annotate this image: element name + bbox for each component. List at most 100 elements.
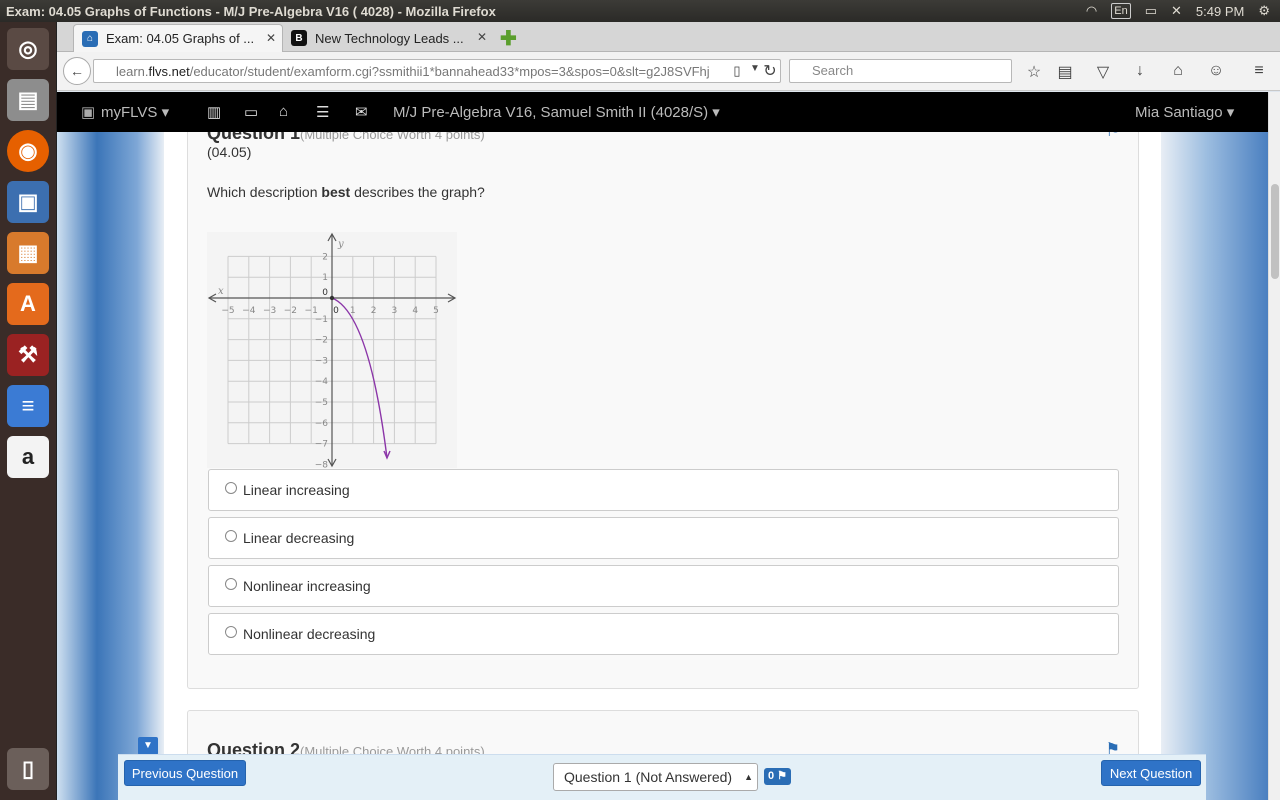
y-tick-label: −3 <box>315 356 328 366</box>
collapse-toggle-icon[interactable]: ▼ <box>138 737 158 755</box>
b-favicon-icon: B <box>291 30 307 46</box>
files-icon[interactable]: ▤ <box>7 79 49 121</box>
x-tick-label: 1 <box>350 306 356 316</box>
volume-muted-icon[interactable]: ✕ <box>1171 3 1182 19</box>
battery-icon[interactable]: ▭ <box>1145 3 1157 19</box>
answer-option-1[interactable]: Linear increasing <box>208 469 1119 511</box>
text-editor-icon[interactable]: ≡ <box>7 385 49 427</box>
y-tick-label: 2 <box>322 252 328 262</box>
book-icon[interactable]: ▥ <box>207 103 221 121</box>
image-viewer-icon[interactable]: ▣ <box>7 181 49 223</box>
function-graph: x y −5 −4 −3 −2 −1 0 1 2 3 4 5 210−1−2−3−4−5−6−7−8 <box>207 232 457 468</box>
question-select[interactable]: Question 1 (Not Answered) ▲ <box>553 763 758 791</box>
question-worth: (Multiple Choice Worth 4 points) <box>300 132 485 142</box>
flag-count-badge[interactable]: 0 ⚑ <box>764 768 792 785</box>
brand-menu[interactable]: myFLVS ▾ <box>101 103 169 121</box>
user-label: Mia Santiago <box>1135 104 1223 121</box>
bookmark-star-icon[interactable]: ☆ <box>1024 62 1044 82</box>
question-title: Question 1(Multiple Choice Worth 4 point… <box>207 132 485 144</box>
menu-icon[interactable]: ≡ <box>1249 62 1269 80</box>
presentation-icon[interactable]: ▦ <box>7 232 49 274</box>
course-label: M/J Pre-Algebra V16, Samuel Smith II (40… <box>393 104 709 121</box>
x-tick-label: 0 <box>333 306 339 316</box>
answer-option-2[interactable]: Linear decreasing <box>208 517 1119 559</box>
radio-button[interactable] <box>225 626 237 638</box>
flvs-favicon-icon: ⌂ <box>82 30 98 47</box>
flvs-nav-bar: ▣ myFLVS ▾ ▥ ▭ ⌂ ☰ ✉ M/J Pre-Algebra V16… <box>57 92 1269 132</box>
mail-icon[interactable]: ✉ <box>355 103 368 121</box>
question-number: Question 1 <box>207 132 301 143</box>
keyboard-indicator[interactable]: En <box>1111 3 1131 19</box>
trash-icon[interactable]: ▯ <box>7 748 49 790</box>
chat-icon[interactable]: ☺ <box>1206 62 1226 80</box>
close-icon[interactable]: ✕ <box>266 31 276 45</box>
radio-button[interactable] <box>225 578 237 590</box>
os-top-bar: Exam: 04.05 Graphs of Functions - M/J Pr… <box>0 0 1280 22</box>
y-tick-label: 1 <box>322 273 328 283</box>
brand-label: myFLVS <box>101 104 158 121</box>
wifi-icon[interactable]: ◠ <box>1086 3 1097 19</box>
reading-list-icon[interactable]: ▤ <box>1055 62 1075 82</box>
flag-icon[interactable]: ⚑ <box>1106 132 1120 141</box>
user-menu[interactable]: Mia Santiago ▾ <box>1135 103 1234 121</box>
radio-button[interactable] <box>225 530 237 542</box>
flag-count: 0 <box>768 770 775 782</box>
page-background: Question 1(Multiple Choice Worth 4 point… <box>57 132 1268 800</box>
clock[interactable]: 5:49 PM <box>1196 4 1244 19</box>
list-icon[interactable]: ☰ <box>316 103 329 121</box>
y-tick-label: −8 <box>315 460 329 468</box>
download-icon[interactable]: ↓ <box>1130 62 1150 80</box>
answer-label: Nonlinear decreasing <box>243 626 376 642</box>
reload-icon[interactable]: ↻ <box>760 61 780 81</box>
answer-option-4[interactable]: Nonlinear decreasing <box>208 613 1119 655</box>
system-tray: ◠ En ▭ ✕ 5:49 PM ⚙ <box>1086 0 1280 22</box>
x-tick-label: 5 <box>433 306 439 316</box>
close-icon[interactable]: ✕ <box>477 30 487 44</box>
x-tick-label: −2 <box>284 306 297 316</box>
flvs-logo-icon[interactable]: ▣ <box>81 103 95 121</box>
pocket-icon[interactable]: ▽ <box>1093 62 1113 82</box>
page-scrollbar[interactable] <box>1268 92 1280 800</box>
tab-label: Exam: 04.05 Graphs of ... <box>106 31 255 46</box>
gear-icon[interactable]: ⚙ <box>1258 3 1270 19</box>
new-tab-plus-icon[interactable]: ✚ <box>500 26 517 51</box>
search-input[interactable]: Search <box>789 59 1012 83</box>
prompt-text: describes the graph? <box>350 184 485 200</box>
tab-exam[interactable]: ⌂ Exam: 04.05 Graphs of ... ✕ <box>73 24 283 52</box>
tab-bar: ⌂ Exam: 04.05 Graphs of ... ✕ B New Tech… <box>57 22 1280 52</box>
url-path: /educator/student/examform.cgi?ssmithii1… <box>189 63 710 79</box>
reader-view-icon[interactable]: ▯ <box>727 63 747 79</box>
x-tick-label: 4 <box>412 306 418 316</box>
answer-option-3[interactable]: Nonlinear increasing <box>208 565 1119 607</box>
url-bar[interactable]: learn. flvs.net/educator/student/examform… <box>93 59 781 83</box>
answer-label: Linear increasing <box>243 482 350 498</box>
select-value: Question 1 (Not Answered) <box>564 769 733 785</box>
settings-icon[interactable]: ⚒ <box>7 334 49 376</box>
question-card-1: Question 1(Multiple Choice Worth 4 point… <box>187 132 1139 689</box>
navigation-toolbar: ← learn. flvs.net/educator/student/examfo… <box>57 52 1280 91</box>
back-arrow-icon[interactable]: ← <box>63 57 91 85</box>
y-axis-label: y <box>337 239 344 250</box>
tab-news[interactable]: B New Technology Leads ... ✕ <box>283 24 493 52</box>
unity-launcher: ◎ ▤ ◉ ▣ ▦ A ⚒ ≡ a ▯ <box>0 22 57 800</box>
next-question-button[interactable]: Next Question <box>1101 760 1201 786</box>
y-tick-label: −7 <box>315 440 328 450</box>
ubuntu-dash-icon[interactable]: ◎ <box>7 28 49 70</box>
y-tick-label: −5 <box>315 398 328 408</box>
url-prefix: learn. <box>116 63 149 79</box>
firefox-icon[interactable]: ◉ <box>7 130 49 172</box>
radio-button[interactable] <box>225 482 237 494</box>
amazon-icon[interactable]: a <box>7 436 49 478</box>
y-tick-label: −2 <box>315 336 328 346</box>
home-icon[interactable]: ⌂ <box>1168 62 1188 80</box>
course-menu[interactable]: M/J Pre-Algebra V16, Samuel Smith II (40… <box>393 103 720 121</box>
scrollbar-thumb[interactable] <box>1271 184 1279 279</box>
previous-question-button[interactable]: Previous Question <box>124 760 246 786</box>
home-icon[interactable]: ⌂ <box>279 103 288 120</box>
software-center-icon[interactable]: A <box>7 283 49 325</box>
inbox-icon[interactable]: ▭ <box>244 103 258 121</box>
y-tick-label: −6 <box>315 419 329 429</box>
question-prompt: Which description best describes the gra… <box>207 184 485 200</box>
tab-label: New Technology Leads ... <box>315 30 464 46</box>
y-tick-label: 0 <box>322 288 328 298</box>
